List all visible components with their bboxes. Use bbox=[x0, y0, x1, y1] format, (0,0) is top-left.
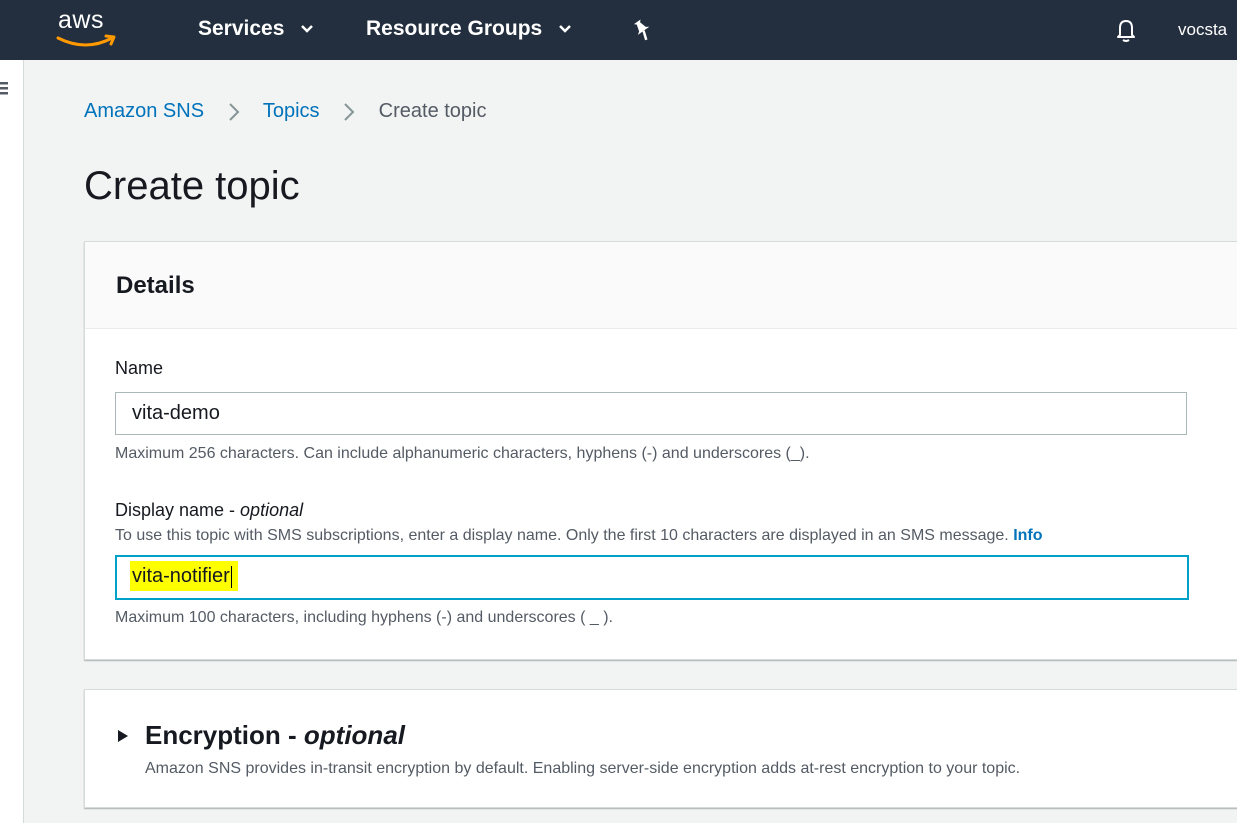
details-panel: Details Name vita-demo Maximum 256 chara… bbox=[84, 241, 1237, 660]
display-name-description-text: To use this topic with SMS subscriptions… bbox=[115, 527, 1009, 544]
chevron-down-icon bbox=[301, 25, 314, 34]
side-navigation-rail bbox=[0, 60, 24, 823]
details-panel-header: Details bbox=[85, 242, 1237, 329]
name-input-value: vita-demo bbox=[132, 402, 220, 424]
display-name-optional: optional bbox=[240, 500, 304, 520]
display-name-label-text: Display name - bbox=[115, 500, 241, 520]
page-title: Create topic bbox=[84, 164, 300, 208]
services-label: Services bbox=[198, 17, 285, 40]
top-navigation-bar: aws Services Resource Groups vocsta bbox=[0, 0, 1237, 60]
aws-logo-text: aws bbox=[58, 6, 104, 34]
display-name-input-value: vita-notifier bbox=[130, 561, 238, 591]
encryption-optional: optional bbox=[303, 720, 405, 750]
breadcrumb-link-amazon-sns[interactable]: Amazon SNS bbox=[84, 100, 204, 122]
encryption-panel: Encryption - optional Amazon SNS provide… bbox=[84, 689, 1237, 808]
services-menu[interactable]: Services bbox=[198, 17, 314, 41]
display-name-hint: Maximum 100 characters, including hyphen… bbox=[115, 609, 613, 626]
details-heading: Details bbox=[116, 272, 195, 299]
aws-logo-icon[interactable]: aws bbox=[56, 6, 120, 50]
aws-smile-icon bbox=[56, 34, 116, 47]
account-menu[interactable]: vocsta bbox=[1178, 20, 1227, 40]
display-name-input[interactable]: vita-notifier bbox=[115, 555, 1189, 600]
display-name-label: Display name - optional bbox=[115, 500, 303, 521]
name-input[interactable]: vita-demo bbox=[115, 392, 1187, 435]
breadcrumb: Amazon SNS Topics Create topic bbox=[84, 100, 487, 123]
chevron-right-icon bbox=[228, 103, 240, 121]
resource-groups-menu[interactable]: Resource Groups bbox=[366, 17, 572, 41]
breadcrumb-link-topics[interactable]: Topics bbox=[263, 100, 320, 122]
chevron-right-icon bbox=[344, 103, 355, 121]
resource-groups-label: Resource Groups bbox=[366, 17, 543, 40]
caret-right-icon[interactable] bbox=[117, 729, 129, 743]
info-link[interactable]: Info bbox=[1013, 527, 1042, 544]
encryption-heading-text: Encryption - bbox=[145, 720, 304, 750]
display-name-description: To use this topic with SMS subscriptions… bbox=[115, 527, 1043, 545]
name-hint: Maximum 256 characters. Can include alph… bbox=[115, 445, 810, 462]
chevron-down-icon bbox=[559, 25, 571, 34]
bell-icon[interactable] bbox=[1112, 16, 1140, 44]
encryption-description: Amazon SNS provides in-transit encryptio… bbox=[145, 760, 1021, 777]
text-caret bbox=[230, 565, 232, 588]
breadcrumb-current: Create topic bbox=[378, 100, 487, 122]
encryption-heading[interactable]: Encryption - optional bbox=[145, 720, 405, 751]
name-label: Name bbox=[115, 358, 164, 378]
display-name-input-text: vita-notifier bbox=[132, 565, 230, 587]
menu-icon[interactable] bbox=[0, 80, 10, 96]
pin-icon[interactable] bbox=[632, 18, 654, 42]
